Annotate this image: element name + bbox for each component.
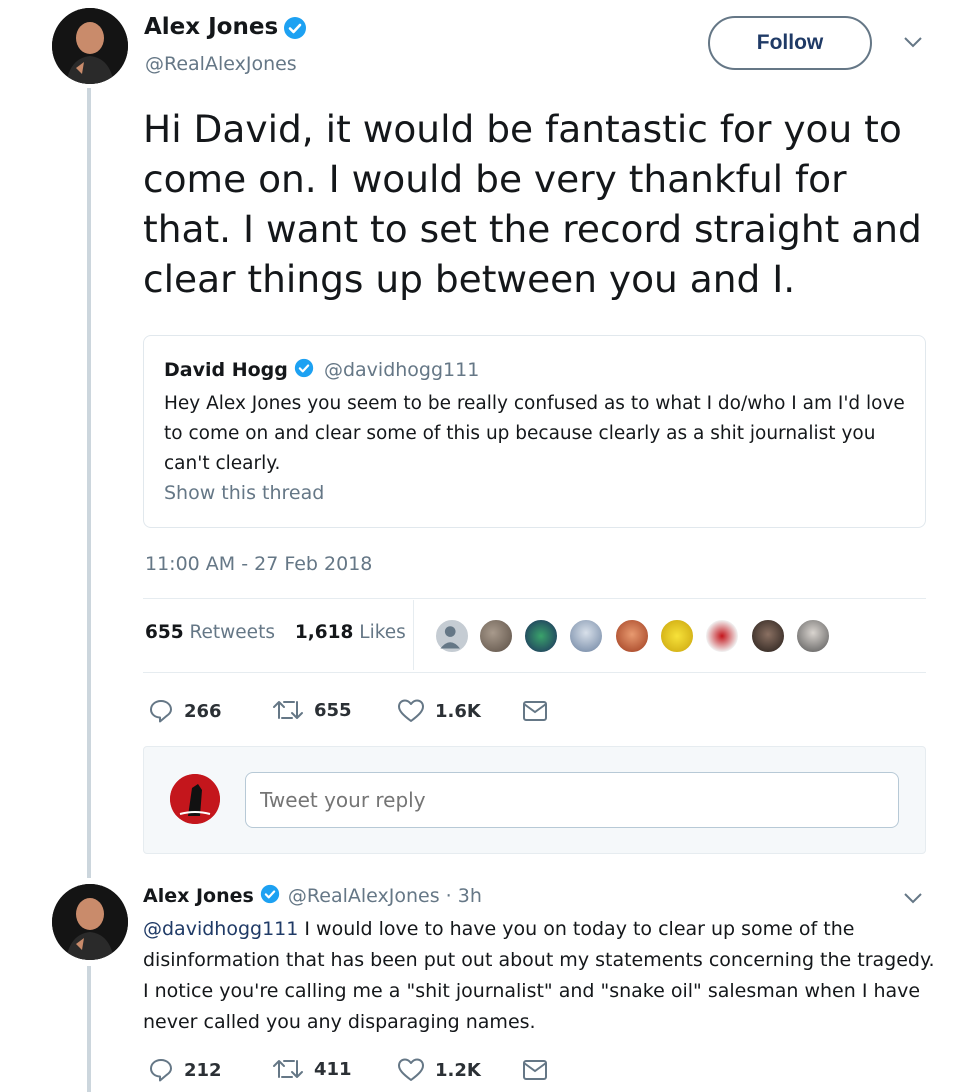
mail-icon (523, 1060, 547, 1080)
tweet-stats: 655 Retweets 1,618 Likes (145, 622, 406, 643)
show-thread-link[interactable]: Show this thread (164, 482, 324, 504)
like-count: 1.6K (435, 700, 481, 722)
reply-count: 266 (184, 700, 222, 722)
liker-avatar[interactable] (795, 618, 831, 654)
direct-message-action[interactable] (522, 700, 558, 722)
verified-badge-icon (294, 358, 314, 383)
like-count: 1.2K (435, 1059, 481, 1081)
current-user-avatar[interactable] (170, 774, 220, 824)
retweet-count: 655 (314, 699, 352, 721)
reply-action[interactable]: 266 (148, 698, 222, 724)
reply-icon (150, 700, 172, 723)
follow-button[interactable]: Follow (708, 16, 872, 70)
verified-badge-icon (260, 884, 280, 909)
heart-icon (398, 1058, 424, 1081)
author-avatar[interactable] (52, 8, 128, 84)
retweets-stat[interactable]: 655 Retweets (145, 622, 275, 643)
thread-line-lower (87, 966, 91, 1092)
quoted-author-name: David Hogg (164, 359, 288, 381)
mention-link[interactable]: @davidhogg111 (143, 918, 298, 940)
liker-avatar[interactable] (750, 618, 786, 654)
tweet-timestamp[interactable]: 11:00 AM - 27 Feb 2018 (145, 553, 372, 575)
retweet-action[interactable]: 655 (272, 698, 352, 722)
reply-author-name[interactable]: Alex Jones (143, 885, 254, 907)
reply-author-avatar[interactable] (52, 884, 128, 960)
chevron-down-icon[interactable] (903, 890, 923, 909)
thread-line (87, 88, 91, 878)
chevron-down-icon[interactable] (903, 34, 923, 53)
verified-badge-icon (283, 16, 307, 44)
direct-message-action[interactable] (522, 1059, 558, 1081)
liker-avatar[interactable] (614, 618, 650, 654)
like-action[interactable]: 1.2K (397, 1057, 481, 1083)
reply-author-handle[interactable]: @RealAlexJones (288, 885, 440, 907)
stats-separator (413, 600, 414, 670)
author-name[interactable]: Alex Jones (144, 14, 278, 40)
liker-avatar[interactable] (568, 618, 604, 654)
reply-icon (150, 1059, 172, 1082)
reply-input[interactable] (245, 772, 899, 828)
quoted-text: Hey Alex Jones you seem to be really con… (164, 393, 905, 474)
quoted-author-handle: @davidhogg111 (323, 359, 480, 381)
retweet-count: 411 (314, 1058, 352, 1080)
heart-icon (398, 699, 424, 722)
quoted-header: David Hogg @davidhogg111 (164, 358, 479, 383)
reply-action[interactable]: 212 (148, 1057, 222, 1083)
liker-avatar[interactable] (659, 618, 695, 654)
reply-count: 212 (184, 1059, 222, 1081)
quoted-tweet[interactable]: David Hogg @davidhogg111 Hey Alex Jones … (143, 335, 926, 528)
liker-avatar[interactable] (523, 618, 559, 654)
mail-icon (523, 701, 547, 721)
divider (143, 672, 926, 673)
reply-text: @davidhogg111 I would love to have you o… (143, 914, 943, 1038)
liker-avatar[interactable] (704, 618, 740, 654)
tweet-text: Hi David, it would be fantastic for you … (143, 107, 922, 301)
retweet-action[interactable]: 411 (272, 1057, 352, 1081)
likes-stat[interactable]: 1,618 Likes (295, 622, 406, 643)
author-header: Alex Jones (144, 14, 307, 44)
retweet-icon (273, 701, 303, 719)
liker-avatar[interactable] (434, 618, 470, 654)
liker-avatar[interactable] (478, 618, 514, 654)
like-action[interactable]: 1.6K (397, 698, 481, 724)
retweet-icon (273, 1060, 303, 1078)
divider (143, 598, 926, 599)
author-handle[interactable]: @RealAlexJones (145, 53, 297, 75)
reply-time[interactable]: · 3h (446, 885, 482, 907)
reply-header: Alex Jones @RealAlexJones · 3h (143, 884, 482, 909)
